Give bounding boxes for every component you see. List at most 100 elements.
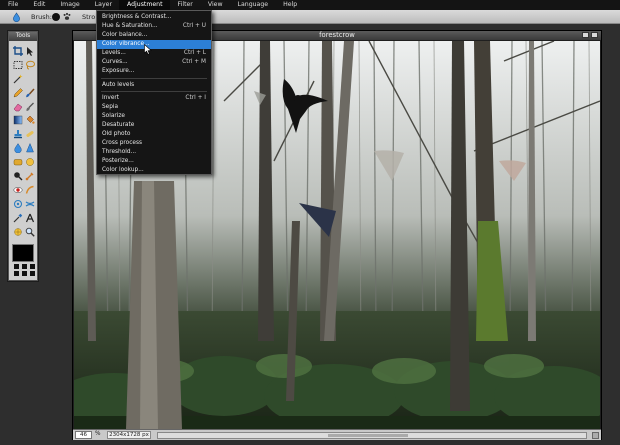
brush-tool[interactable]	[24, 86, 36, 100]
document-status-bar: 46 % 2304x1728 px	[73, 429, 601, 440]
menu-file[interactable]: File	[0, 0, 25, 10]
drop-tool-icon[interactable]	[12, 12, 21, 22]
paint-bucket-icon	[26, 116, 35, 125]
lasso-tool[interactable]	[24, 58, 36, 72]
mini-swatch[interactable]	[30, 271, 35, 276]
sharpen-tool[interactable]	[24, 141, 36, 155]
menu-view[interactable]: View	[200, 0, 230, 10]
eraser-tool[interactable]	[12, 100, 24, 114]
paint-bucket-tool[interactable]	[24, 113, 36, 127]
dodge-tool[interactable]	[24, 155, 36, 169]
burn-icon	[14, 172, 23, 181]
mini-swatch[interactable]	[22, 264, 27, 269]
scrollbar-thumb[interactable]	[328, 434, 408, 437]
hand-tool[interactable]	[12, 225, 24, 239]
menu-item-color-balance[interactable]: Color balance...	[97, 31, 211, 40]
drawing-tool[interactable]	[24, 183, 36, 197]
resize-grip[interactable]	[592, 432, 599, 439]
bloat-icon	[13, 199, 23, 208]
menu-item-sepia[interactable]: Sepia	[97, 103, 211, 112]
blur-tool[interactable]	[12, 141, 24, 155]
pencil-icon	[13, 87, 23, 98]
zoom-tool[interactable]	[24, 225, 36, 239]
menu-item-desaturate[interactable]: Desaturate	[97, 121, 211, 130]
horizontal-scrollbar[interactable]	[157, 432, 587, 439]
menu-item-brightness-contrast[interactable]: Brightness & Contrast...	[97, 13, 211, 22]
marquee-tool[interactable]	[12, 58, 24, 72]
menu-item-solarize[interactable]: Solarize	[97, 112, 211, 121]
menu-item-label: Color balance...	[102, 32, 148, 38]
menu-item-label: Color vibrance...	[102, 41, 150, 47]
menu-item-levels[interactable]: Levels... Ctrl + L	[97, 49, 211, 58]
menu-filter[interactable]: Filter	[170, 0, 200, 10]
dodge-icon	[26, 158, 34, 166]
menu-item-hue-saturation[interactable]: Hue & Saturation... Ctrl + U	[97, 22, 211, 31]
image-size-label: 2304x1728 px	[107, 431, 151, 439]
menu-edit[interactable]: Edit	[25, 0, 52, 10]
menu-item-shortcut: Ctrl + L	[183, 50, 206, 56]
pinch-icon	[25, 201, 35, 207]
mini-swatch[interactable]	[30, 264, 35, 269]
mouse-cursor-icon	[144, 44, 152, 55]
menu-item-old-photo[interactable]: Old photo	[97, 130, 211, 139]
menu-item-auto-levels[interactable]: Auto levels	[97, 81, 211, 90]
menu-item-color-vibrance[interactable]: Color vibrance...	[97, 40, 211, 49]
menu-layer[interactable]: Layer	[87, 0, 119, 10]
primary-color-swatch[interactable]	[12, 244, 34, 262]
color-swatches	[12, 244, 35, 278]
color-picker-tool[interactable]	[12, 211, 24, 225]
close-button[interactable]	[591, 32, 598, 38]
tools-grid	[12, 44, 36, 238]
swatch-grid	[12, 264, 35, 276]
menu-item-curves[interactable]: Curves... Ctrl + M	[97, 58, 211, 67]
bloat-tool[interactable]	[12, 197, 24, 211]
menu-item-invert[interactable]: Invert Ctrl + I	[97, 94, 211, 103]
sponge-tool[interactable]	[12, 155, 24, 169]
menu-item-exposure[interactable]: Exposure...	[97, 67, 211, 76]
clone-stamp-icon	[14, 130, 22, 139]
tools-title[interactable]: Tools	[9, 32, 37, 41]
menu-image[interactable]: Image	[52, 0, 86, 10]
menu-item-label: Color lookup...	[102, 167, 144, 173]
move-tool[interactable]	[24, 44, 36, 58]
menu-language[interactable]: Language	[230, 0, 276, 10]
burn-tool[interactable]	[12, 169, 24, 183]
pinch-tool[interactable]	[24, 197, 36, 211]
menu-item-label: Cross process	[102, 140, 143, 146]
mini-swatch[interactable]	[14, 271, 19, 276]
window-buttons	[582, 32, 598, 38]
color-replace-icon	[26, 102, 34, 111]
crop-icon	[13, 45, 23, 56]
mini-swatch[interactable]	[22, 271, 27, 276]
menu-item-cross-process[interactable]: Cross process	[97, 139, 211, 148]
menu-item-shortcut: Ctrl + M	[182, 59, 206, 65]
blur-icon	[14, 143, 22, 154]
menu-item-label: Exposure...	[102, 68, 135, 74]
clone-stamp-tool[interactable]	[12, 127, 24, 141]
menu-item-label: Auto levels	[102, 82, 135, 88]
brush-preview[interactable]	[52, 13, 60, 21]
menu-item-posterize[interactable]: Posterize...	[97, 157, 211, 166]
menu-item-label: Hue & Saturation...	[102, 23, 158, 29]
magic-wand-tool[interactable]	[12, 72, 24, 86]
mini-swatch[interactable]	[14, 264, 19, 269]
red-eye-tool[interactable]	[12, 183, 24, 197]
menu-item-threshold[interactable]: Threshold...	[97, 148, 211, 157]
crop-tool[interactable]	[12, 44, 24, 58]
menu-item-color-lookup[interactable]: Color lookup...	[97, 166, 211, 175]
zoom-icon	[25, 227, 35, 237]
hand-icon	[14, 227, 22, 236]
pencil-tool[interactable]	[12, 86, 24, 100]
gradient-tool[interactable]	[12, 113, 24, 127]
menu-adjustment[interactable]: Adjustment	[119, 0, 170, 10]
heal-tool[interactable]	[24, 127, 36, 141]
type-tool[interactable]	[24, 211, 36, 225]
smudge-tool[interactable]	[24, 169, 36, 183]
brush-picker-icon[interactable]	[63, 12, 71, 21]
zoom-unit-label: %	[95, 431, 101, 437]
sharpen-icon	[26, 143, 34, 153]
menu-help[interactable]: Help	[275, 0, 304, 10]
maximize-button[interactable]	[582, 32, 589, 38]
zoom-input[interactable]: 46	[75, 431, 92, 439]
color-replace-tool[interactable]	[24, 100, 36, 114]
